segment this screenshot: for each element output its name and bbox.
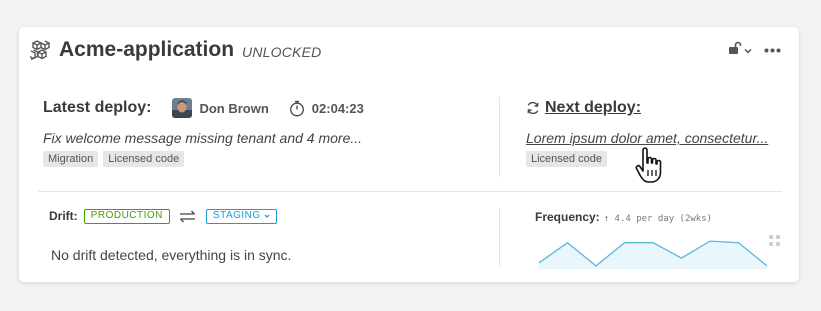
latest-deploy-tags: Migration Licensed code xyxy=(43,151,493,167)
frequency-value-text: 4.4 per day (2wks) xyxy=(614,214,713,224)
chevron-down-icon xyxy=(744,47,752,55)
app-title: Acme-application xyxy=(59,38,235,61)
arrow-up-icon: ↑ xyxy=(603,214,610,224)
next-deploy-link[interactable]: Next deploy: xyxy=(545,99,641,117)
sparkline-area xyxy=(539,241,767,269)
frequency-sparkline xyxy=(538,240,768,269)
lock-toggle-button[interactable] xyxy=(728,41,752,60)
avatar xyxy=(172,98,193,118)
frequency-label: Frequency: xyxy=(535,210,600,224)
application-card: Acme-application UNLOCKED Latest deploy:… xyxy=(19,27,799,282)
tag-badge: Migration xyxy=(43,151,99,167)
tag-badge: Licensed code xyxy=(103,151,185,167)
section-divider xyxy=(38,191,782,192)
drift-status-text: No drift detected, everything is in sync… xyxy=(51,247,292,263)
cubes-icon xyxy=(30,39,52,61)
stopwatch-icon xyxy=(289,100,305,117)
swap-arrows-icon xyxy=(179,210,196,223)
sync-icon xyxy=(526,101,540,115)
frequency-section: Frequency: ↑ 4.4 per day (2wks) xyxy=(535,210,780,269)
more-horizontal-icon xyxy=(764,48,781,53)
hand-pointer-cursor-icon xyxy=(634,146,668,186)
staging-env-dropdown[interactable]: STAGING xyxy=(205,208,277,224)
lock-status: UNLOCKED xyxy=(242,44,322,60)
drift-section: Drift: PRODUCTION STAGING No drift detec… xyxy=(49,207,489,263)
unlock-icon xyxy=(728,41,742,60)
title-row: Acme-application UNLOCKED xyxy=(30,37,321,63)
column-divider xyxy=(499,208,500,266)
next-deploy-message-link[interactable]: Lorem ipsum dolor amet, consectetur... xyxy=(526,130,786,146)
latest-deploy-section: Latest deploy: Don Brown 02:04:23 Fix we… xyxy=(43,97,493,167)
top-actions xyxy=(728,41,781,60)
deploy-user-name: Don Brown xyxy=(199,100,269,116)
staging-env-label: STAGING xyxy=(212,210,261,221)
more-options-button[interactable] xyxy=(764,48,781,53)
expand-icon[interactable] xyxy=(769,235,780,246)
column-divider xyxy=(499,97,500,177)
chevron-down-icon xyxy=(264,213,270,219)
latest-deploy-label: Latest deploy: xyxy=(43,99,152,116)
production-env-badge: PRODUCTION xyxy=(83,208,170,224)
frequency-value: ↑ 4.4 per day (2wks) xyxy=(604,214,712,224)
drift-label: Drift: xyxy=(49,209,78,223)
latest-deploy-message: Fix welcome message missing tenant and 4… xyxy=(43,130,363,146)
deploy-duration: 02:04:23 xyxy=(311,100,364,116)
tag-badge: Licensed code xyxy=(526,151,607,167)
